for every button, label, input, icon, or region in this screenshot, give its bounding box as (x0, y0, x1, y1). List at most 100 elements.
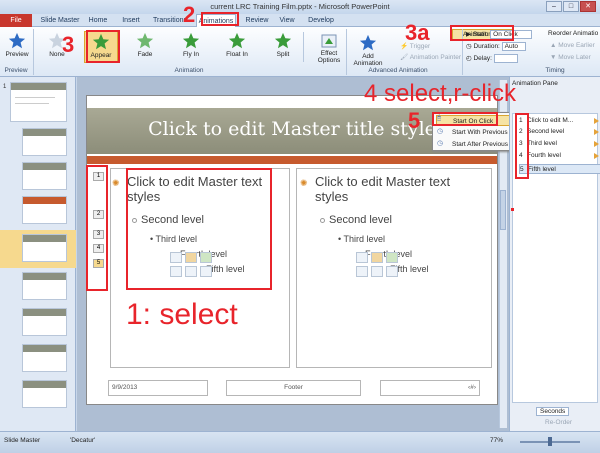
effect-fly-in[interactable]: Fly In (174, 31, 208, 63)
move-earlier-button[interactable]: ▲ Move Earlier (550, 42, 595, 49)
gallery-scroll[interactable] (303, 32, 309, 62)
menu-start-after-previous[interactable]: Start After Previous (436, 139, 510, 150)
tab-file[interactable]: File (0, 14, 32, 27)
down-arrow-icon: ▼ (550, 54, 559, 61)
right-level1-text: Click to edit Master text styles (315, 174, 451, 204)
clock-icon: ◷ (437, 128, 444, 135)
duration-field[interactable]: Auto (501, 42, 526, 51)
annotation-step-1: 1: select (126, 298, 238, 331)
tab-insert[interactable]: Insert (118, 14, 144, 27)
animation-item[interactable]: 4 Fourth level (519, 151, 600, 161)
thumbnail-layout[interactable] (22, 380, 67, 408)
ribbon-separator (346, 29, 347, 75)
effect-float-in[interactable]: Float In (220, 31, 254, 63)
insert-smartart-icon[interactable] (386, 252, 398, 263)
thumbnail-master[interactable] (10, 82, 67, 122)
thumbnail-layout[interactable] (22, 128, 67, 156)
insert-chart-icon[interactable] (371, 252, 383, 263)
tab-home[interactable]: Home (86, 14, 110, 27)
effect-float-in-label: Float In (226, 51, 248, 58)
preview-label: Preview (5, 51, 29, 58)
annotation-step-3: 3 (62, 32, 75, 57)
animation-item-label: Fourth level (527, 152, 561, 159)
add-animation-button[interactable]: Add Animation (352, 33, 384, 67)
move-earlier-label: Move Earlier (558, 42, 595, 49)
fly-in-star-icon (182, 32, 200, 49)
date-placeholder[interactable]: 9/9/2013 (108, 380, 208, 396)
preview-star-icon (8, 32, 26, 49)
preview-button[interactable]: Preview (3, 31, 31, 58)
tab-view[interactable]: View (276, 14, 298, 27)
timeline-bar-icon (594, 129, 599, 135)
effect-options-button[interactable]: Effect Options (314, 34, 344, 64)
tab-slide-master[interactable]: Slide Master (38, 14, 82, 27)
maximize-button[interactable]: □ (563, 1, 579, 12)
animation-group-label: Animation (174, 67, 204, 74)
minimize-button[interactable]: – (546, 1, 562, 12)
annotation-box-tags (86, 165, 108, 291)
animation-item[interactable]: 1 Click to edit M... (519, 116, 600, 126)
animation-item-label: Second level (527, 128, 565, 135)
animation-painter-button[interactable]: 🖌 Animation Painter (400, 53, 461, 61)
animation-item-label: Fifth level (528, 166, 556, 173)
delay-field[interactable] (493, 54, 518, 63)
timeline-bar-icon (594, 118, 599, 124)
insert-picture-icon[interactable] (356, 266, 368, 277)
canvas-scroll-thumb[interactable] (500, 190, 506, 230)
effect-fade[interactable]: Fade (128, 31, 162, 63)
split-star-icon (274, 32, 292, 49)
annotation-box-animations-tab (201, 12, 239, 26)
content-insert-icons[interactable] (356, 252, 400, 286)
move-later-label: Move Later (558, 54, 591, 61)
menu-start-with-previous[interactable]: Start With Previous (436, 127, 510, 138)
insert-media-icon[interactable] (386, 266, 398, 277)
animation-item[interactable]: 3 Third level (519, 139, 600, 149)
zoom-slider-thumb[interactable] (548, 437, 552, 446)
annotation-box-left-text (126, 168, 272, 290)
animation-item-label: Third level (527, 140, 557, 147)
tab-review[interactable]: Review (244, 14, 270, 27)
thumbnail-number: 1 (3, 84, 7, 90)
animation-item[interactable]: 2 Second level (519, 127, 600, 137)
slide-number-placeholder[interactable]: ‹#› (380, 380, 480, 396)
thumbnail-layout[interactable] (22, 308, 67, 336)
painter-icon: 🖌 (400, 54, 410, 61)
right-level2-text: Second level (329, 214, 392, 226)
thumbnail-layout[interactable] (22, 196, 67, 224)
timeline-bar-icon (594, 153, 599, 159)
annotation-handle (511, 208, 514, 211)
right-level3-row: • Third level (338, 234, 385, 244)
thumbnail-layout[interactable] (22, 162, 67, 190)
insert-table-icon[interactable] (356, 252, 368, 263)
footer-placeholder[interactable]: Footer (226, 380, 361, 396)
effect-fly-in-label: Fly In (183, 51, 199, 58)
float-in-star-icon (228, 32, 246, 49)
preview-group-label: Preview (4, 67, 28, 74)
thumbnail-layout-selected[interactable] (22, 234, 67, 262)
seconds-dropdown[interactable]: Seconds (536, 407, 570, 416)
animation-painter-label: Animation Painter (409, 54, 462, 61)
thumbnail-layout[interactable] (22, 344, 67, 372)
accent-stripe (87, 156, 497, 164)
reorder-label: Reorder Animatio (548, 30, 599, 37)
effect-split[interactable]: Split (266, 31, 300, 63)
bullet-icon (320, 217, 325, 223)
annotation-step-4: 4 select,r-click (364, 80, 517, 107)
reorder-buttons[interactable]: Re-Order (545, 419, 572, 426)
close-button[interactable]: ✕ (580, 1, 596, 12)
animation-item-selected[interactable]: 5 Fifth level (519, 164, 600, 174)
annotation-box-animation-pane (450, 25, 514, 41)
tab-developer[interactable]: Develop (304, 14, 338, 27)
add-animation-star-icon (359, 34, 377, 51)
move-later-button[interactable]: ▼ Move Later (550, 54, 591, 61)
right-level2-row: Second level (320, 214, 392, 226)
status-zoom[interactable]: 77% (490, 437, 503, 444)
effect-fade-label: Fade (137, 51, 153, 58)
timeline-bar-icon (594, 141, 599, 147)
clock-icon: ◷ (437, 140, 444, 147)
delay-label: Delay: (473, 55, 492, 63)
annotation-step-5: 5 (408, 108, 421, 133)
insert-clipart-icon[interactable] (371, 266, 383, 277)
status-theme: 'Decatur' (70, 437, 96, 444)
thumbnail-layout[interactable] (22, 272, 67, 300)
